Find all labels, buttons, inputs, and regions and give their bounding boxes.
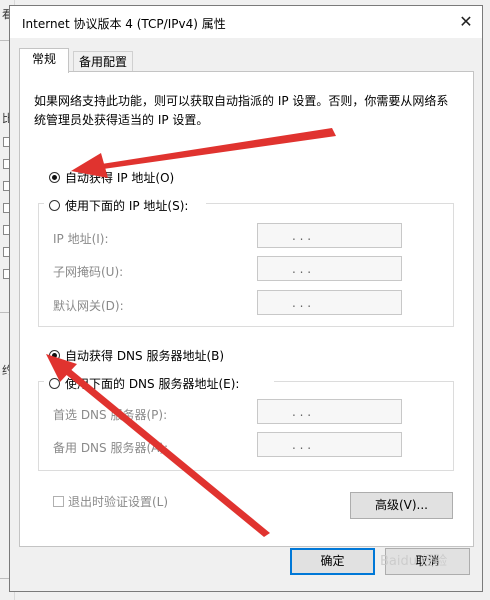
annotation-arrow (71, 128, 336, 178)
annotation-arrow (46, 354, 270, 537)
tab-general[interactable]: 常规 (19, 48, 69, 73)
annotation-arrows (46, 128, 336, 537)
